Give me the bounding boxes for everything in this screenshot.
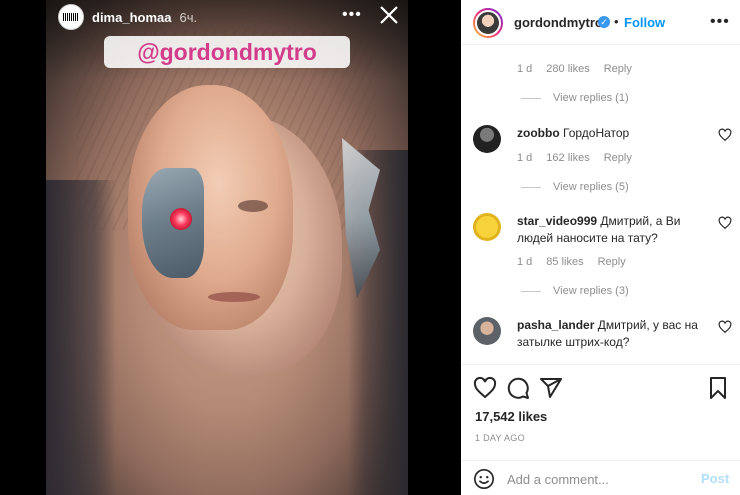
comments-list: 1 d 280 likes Reply View replies (1) zoo…	[461, 46, 740, 364]
post-header: gordondmytro ✓ • Follow •••	[461, 0, 740, 45]
story-more-icon[interactable]: •••	[342, 6, 362, 24]
commenter-avatar[interactable]	[473, 125, 501, 153]
commenter-avatar[interactable]	[473, 317, 501, 345]
commenter-username[interactable]: pasha_lander	[517, 318, 594, 332]
reply-button[interactable]: Reply	[604, 152, 632, 164]
reply-button[interactable]: Reply	[604, 63, 632, 75]
view-replies-button[interactable]: View replies (1)	[521, 92, 629, 104]
share-icon[interactable]	[539, 376, 563, 400]
post-media: dima_homaa 6ч. ••• @gordondmytro	[0, 0, 461, 495]
comment-meta: 1 d 85 likes Reply	[517, 256, 626, 268]
reply-button[interactable]: Reply	[598, 256, 626, 268]
post-button[interactable]: Post	[701, 471, 729, 486]
comment-input[interactable]	[507, 469, 687, 489]
barcode-icon	[63, 13, 79, 21]
commenter-avatar[interactable]	[473, 213, 501, 241]
save-icon[interactable]	[706, 376, 730, 400]
follow-button[interactable]: Follow	[624, 15, 665, 30]
likes-count[interactable]: 17,542 likes	[475, 409, 547, 424]
comment-icon[interactable]	[506, 376, 530, 400]
commenter-username[interactable]: star_video999	[517, 214, 597, 228]
story-avatar[interactable]	[58, 4, 84, 30]
comment-text: ГордоНатор	[563, 126, 630, 140]
emoji-icon[interactable]	[473, 468, 495, 490]
post-actions: 17,542 likes 1 DAY AGO	[461, 364, 740, 460]
like-icon[interactable]	[473, 376, 497, 400]
more-options-icon[interactable]: •••	[710, 13, 730, 31]
heart-icon[interactable]	[718, 320, 732, 334]
story-header: dima_homaa 6ч.	[58, 4, 197, 30]
commenter-username[interactable]: zoobbo	[517, 126, 560, 140]
heart-icon[interactable]	[718, 216, 732, 230]
close-icon[interactable]	[378, 4, 400, 26]
view-replies-button[interactable]: View replies (3)	[521, 285, 629, 297]
author-username[interactable]: gordondmytro	[514, 15, 603, 30]
heart-icon[interactable]	[718, 128, 732, 142]
author-avatar[interactable]	[473, 8, 503, 38]
post-age: 1 DAY AGO	[475, 433, 525, 443]
comment-meta: 1 d 162 likes Reply	[517, 152, 632, 164]
tattoo-red-eye	[170, 208, 192, 230]
story-username[interactable]: dima_homaa	[92, 10, 171, 25]
add-comment-bar: Post	[461, 460, 740, 495]
post-panel: gordondmytro ✓ • Follow ••• 1 d 280 like…	[461, 0, 740, 495]
mention-sticker[interactable]: @gordondmytro	[104, 36, 350, 68]
comment-meta: 1 d 280 likes Reply	[517, 63, 632, 75]
verified-badge-icon: ✓	[598, 16, 610, 28]
separator-dot: •	[614, 14, 619, 29]
story-time: 6ч.	[179, 9, 198, 25]
view-replies-button[interactable]: View replies (5)	[521, 181, 629, 193]
